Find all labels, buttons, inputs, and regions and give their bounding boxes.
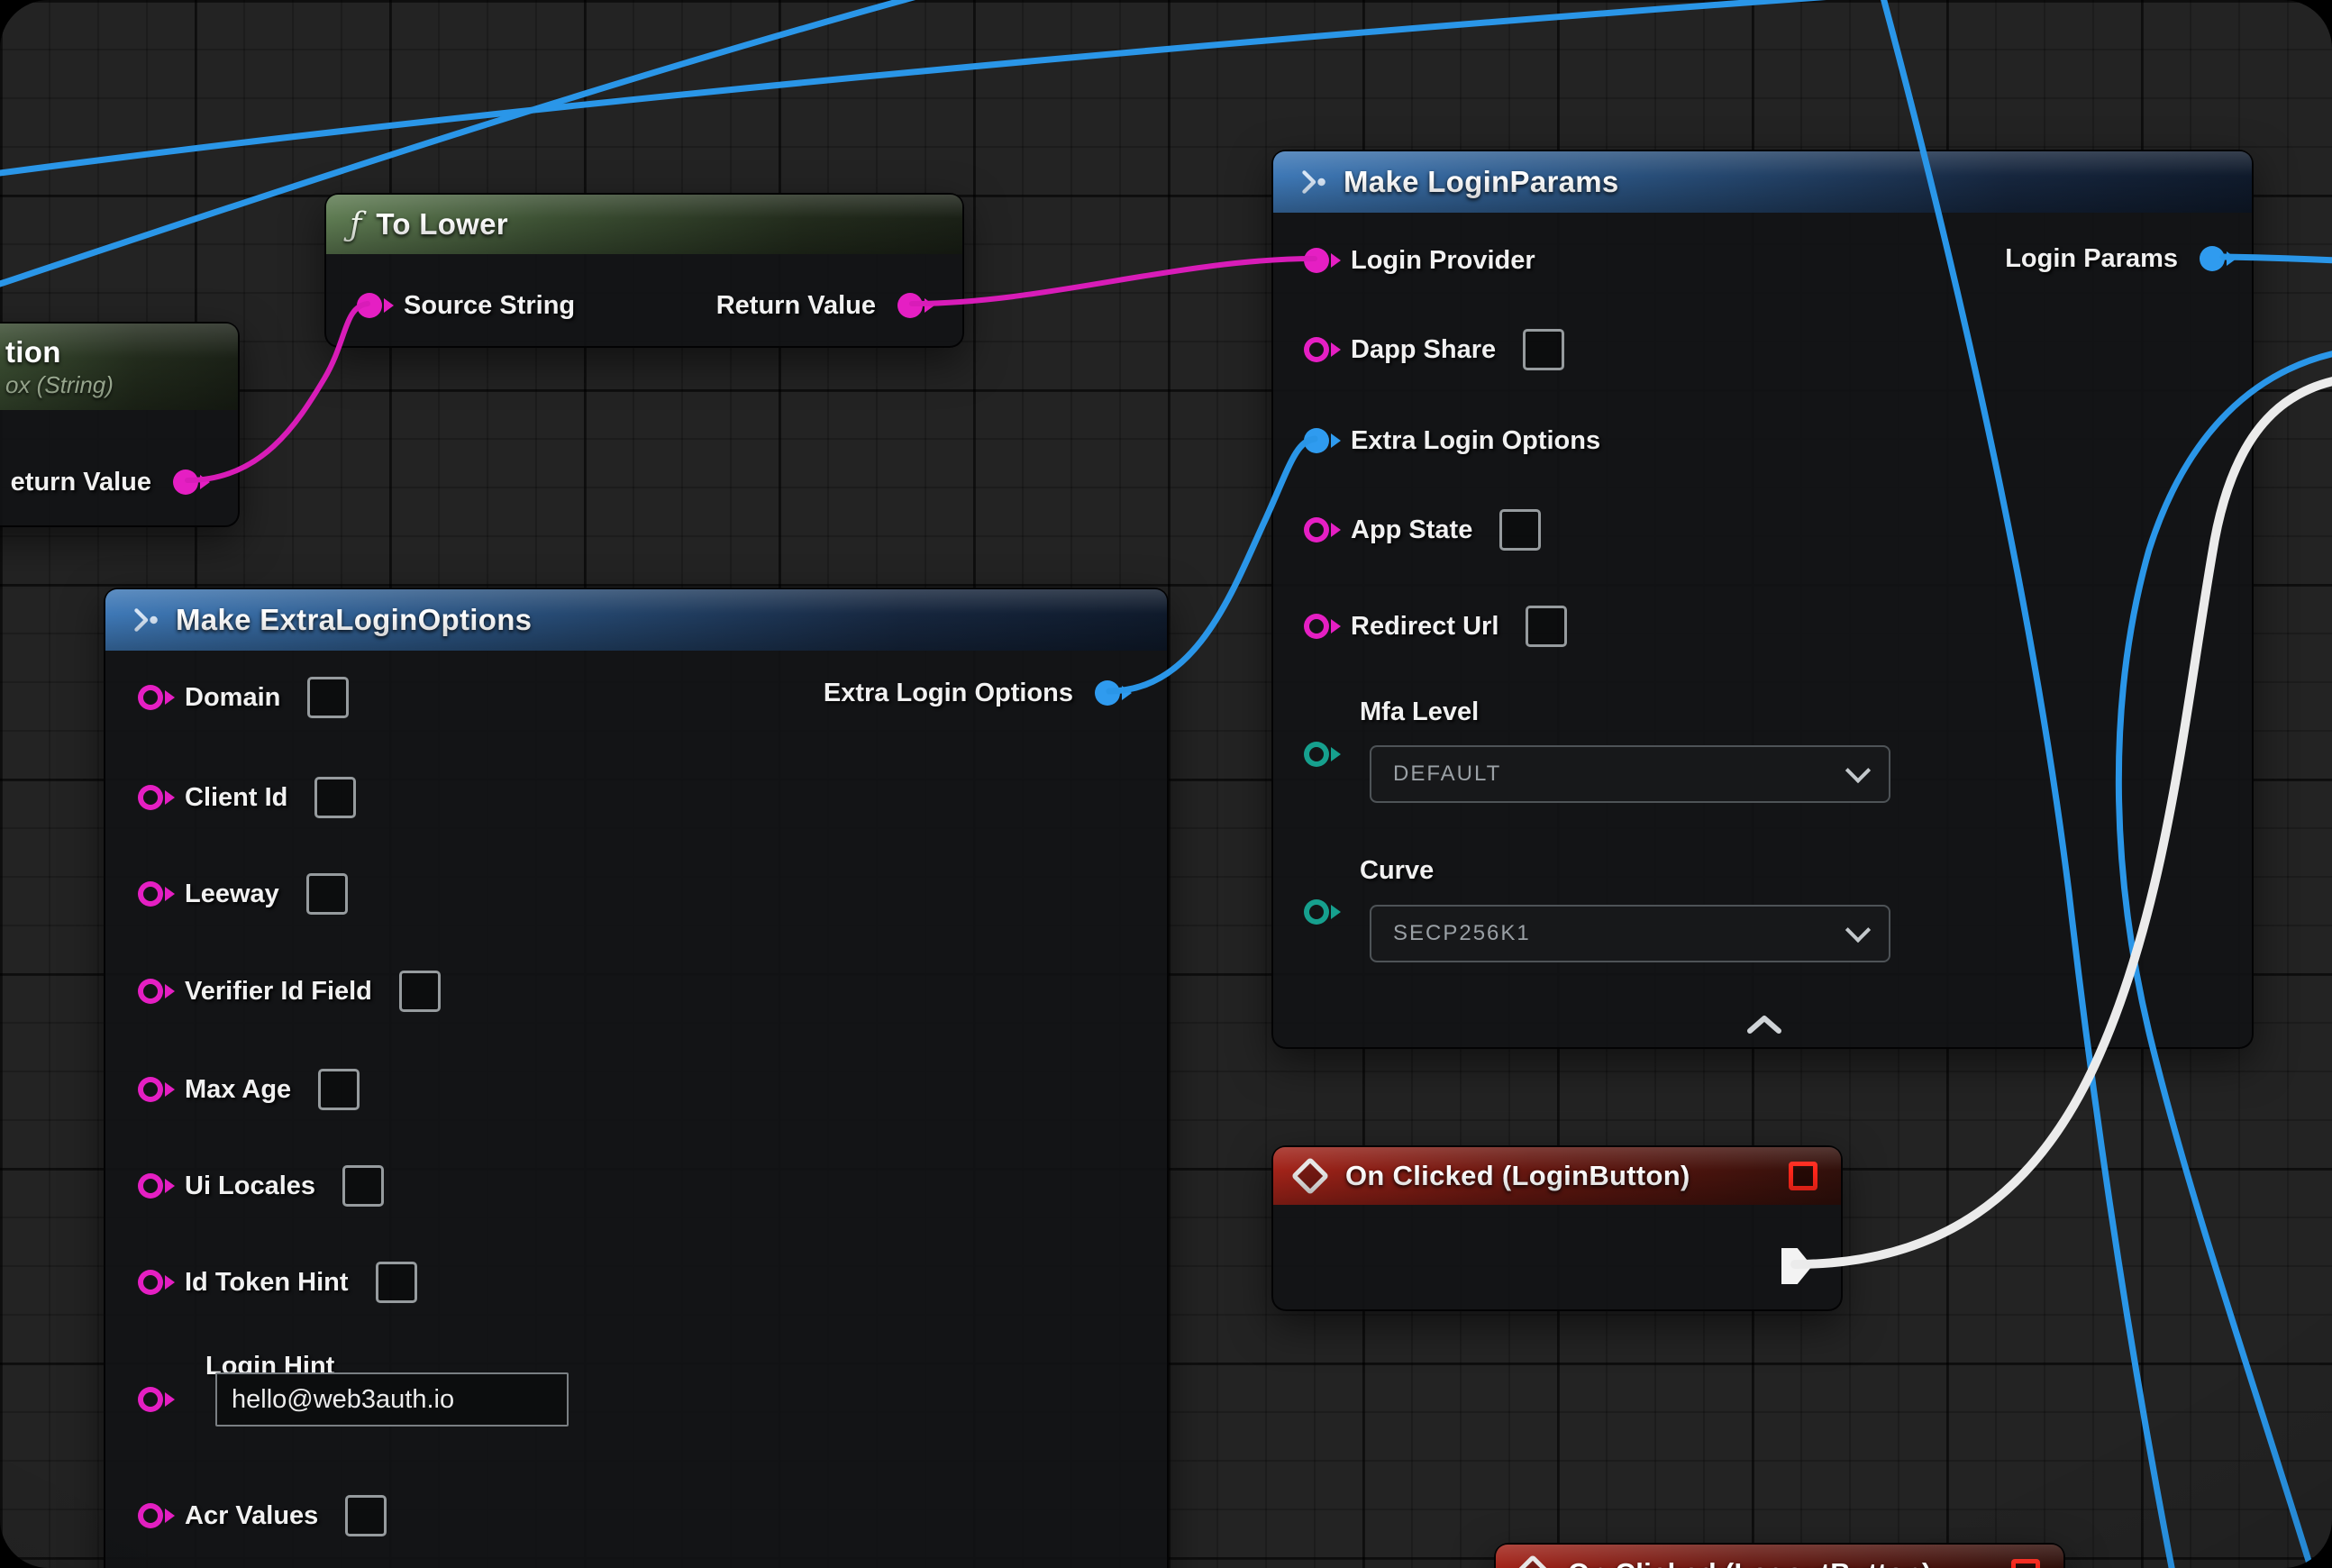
app-state-checkbox[interactable] bbox=[1499, 509, 1541, 551]
node-textbox-partial[interactable]: tion ox (String) eturn Value bbox=[0, 322, 240, 527]
delegate-pin-icon[interactable] bbox=[2011, 1559, 2040, 1568]
leeway-checkbox[interactable] bbox=[306, 873, 348, 915]
curve-label: Curve bbox=[1360, 856, 1434, 886]
source-string-pin[interactable] bbox=[357, 293, 382, 318]
id-token-hint-pin[interactable] bbox=[138, 1270, 163, 1295]
verifier-id-field-pin[interactable] bbox=[138, 979, 163, 1004]
node-header: Make LoginParams bbox=[1273, 151, 2252, 213]
app-state-pin[interactable] bbox=[1304, 517, 1329, 542]
node-title: On Clicked (LoginButton) bbox=[1345, 1160, 1690, 1192]
make-struct-icon bbox=[129, 605, 161, 635]
event-icon bbox=[1514, 1554, 1552, 1568]
event-icon bbox=[1291, 1157, 1329, 1195]
return-value-label: eturn Value bbox=[11, 468, 151, 497]
acr-values-checkbox[interactable] bbox=[345, 1495, 387, 1536]
extra-login-options-input-label: Extra Login Options bbox=[1351, 426, 1600, 456]
node-title: To Lower bbox=[376, 207, 508, 242]
node-title: Make LoginParams bbox=[1344, 165, 1619, 199]
login-hint-input[interactable] bbox=[215, 1372, 569, 1427]
login-hint-pin[interactable] bbox=[138, 1387, 163, 1412]
max-age-checkbox[interactable] bbox=[318, 1069, 360, 1110]
app-state-label: App State bbox=[1351, 515, 1472, 545]
mfa-level-label: Mfa Level bbox=[1360, 697, 1479, 727]
node-title: On Clicked (LogoutButton) bbox=[1568, 1557, 1932, 1568]
login-provider-pin[interactable] bbox=[1304, 248, 1329, 273]
client-id-pin[interactable] bbox=[138, 785, 163, 810]
client-id-checkbox[interactable] bbox=[314, 777, 356, 818]
delegate-pin-icon[interactable] bbox=[1789, 1162, 1817, 1190]
domain-pin[interactable] bbox=[138, 685, 163, 710]
wire-string-to-login-provider bbox=[912, 259, 1315, 304]
node-on-clicked-login-button[interactable]: On Clicked (LoginButton) bbox=[1271, 1145, 1843, 1311]
mfa-level-pin[interactable] bbox=[1304, 742, 1329, 767]
login-params-output-pin[interactable] bbox=[2200, 246, 2225, 271]
mfa-level-dropdown[interactable]: DEFAULT bbox=[1370, 745, 1890, 803]
mfa-level-value: DEFAULT bbox=[1393, 761, 1501, 787]
source-string-label: Source String bbox=[404, 291, 575, 321]
exec-output-pin[interactable] bbox=[1781, 1248, 1812, 1284]
redirect-url-pin[interactable] bbox=[1304, 614, 1329, 639]
node-make-extra-login-options[interactable]: Make ExtraLoginOptions Extra Login Optio… bbox=[104, 588, 1169, 1568]
curve-dropdown[interactable]: SECP256K1 bbox=[1370, 905, 1890, 962]
redirect-url-checkbox[interactable] bbox=[1526, 606, 1567, 647]
node-header: On Clicked (LogoutButton) bbox=[1496, 1545, 2063, 1568]
node-header: ƒ To Lower bbox=[326, 195, 962, 254]
node-to-lower[interactable]: ƒ To Lower Source String Return Value bbox=[324, 193, 964, 348]
ui-locales-label: Ui Locales bbox=[185, 1171, 315, 1201]
login-params-output-label: Login Params bbox=[2005, 244, 2178, 274]
id-token-hint-label: Id Token Hint bbox=[185, 1268, 349, 1298]
dapp-share-label: Dapp Share bbox=[1351, 335, 1496, 365]
node-header: On Clicked (LoginButton) bbox=[1273, 1147, 1841, 1205]
extra-login-options-input-pin[interactable] bbox=[1304, 428, 1329, 453]
client-id-label: Client Id bbox=[185, 783, 287, 813]
return-value-label: Return Value bbox=[716, 291, 876, 321]
curve-value: SECP256K1 bbox=[1393, 921, 1531, 946]
node-header: tion ox (String) bbox=[0, 324, 238, 410]
node-title: tion bbox=[5, 335, 61, 369]
curve-pin[interactable] bbox=[1304, 899, 1329, 925]
node-header: Make ExtraLoginOptions bbox=[105, 589, 1167, 651]
max-age-label: Max Age bbox=[185, 1075, 291, 1105]
login-provider-label: Login Provider bbox=[1351, 246, 1535, 276]
extra-login-options-output-pin[interactable] bbox=[1095, 680, 1120, 706]
verifier-id-field-label: Verifier Id Field bbox=[185, 977, 372, 1007]
dapp-share-checkbox[interactable] bbox=[1523, 329, 1564, 370]
blueprint-canvas[interactable]: tion ox (String) eturn Value ƒ To Lower … bbox=[0, 0, 2332, 1568]
return-value-pin[interactable] bbox=[173, 469, 198, 495]
domain-checkbox[interactable] bbox=[307, 677, 349, 718]
blueprint-editor-screen: tion ox (String) eturn Value ƒ To Lower … bbox=[0, 0, 2332, 1568]
collapse-chevron-icon[interactable] bbox=[1743, 1013, 1786, 1036]
ui-locales-pin[interactable] bbox=[138, 1173, 163, 1199]
extra-login-options-output-label: Extra Login Options bbox=[824, 679, 1073, 708]
redirect-url-label: Redirect Url bbox=[1351, 612, 1498, 642]
max-age-pin[interactable] bbox=[138, 1077, 163, 1102]
leeway-label: Leeway bbox=[185, 880, 279, 909]
chevron-down-icon bbox=[1845, 917, 1871, 943]
id-token-hint-checkbox[interactable] bbox=[376, 1262, 417, 1303]
node-subtitle: ox (String) bbox=[5, 371, 114, 399]
return-value-pin[interactable] bbox=[897, 293, 923, 318]
ui-locales-checkbox[interactable] bbox=[342, 1165, 384, 1207]
acr-values-label: Acr Values bbox=[185, 1501, 318, 1531]
acr-values-pin[interactable] bbox=[138, 1503, 163, 1528]
node-on-clicked-logout-button[interactable]: On Clicked (LogoutButton) bbox=[1494, 1543, 2065, 1568]
dapp-share-pin[interactable] bbox=[1304, 337, 1329, 362]
make-struct-icon bbox=[1297, 167, 1329, 197]
leeway-pin[interactable] bbox=[138, 881, 163, 907]
function-icon: ƒ bbox=[350, 206, 361, 243]
node-make-login-params[interactable]: Make LoginParams Login Params Login Prov… bbox=[1271, 150, 2254, 1049]
node-title: Make ExtraLoginOptions bbox=[176, 603, 532, 637]
domain-label: Domain bbox=[185, 683, 280, 713]
verifier-id-field-checkbox[interactable] bbox=[399, 971, 441, 1012]
chevron-down-icon bbox=[1845, 758, 1871, 783]
